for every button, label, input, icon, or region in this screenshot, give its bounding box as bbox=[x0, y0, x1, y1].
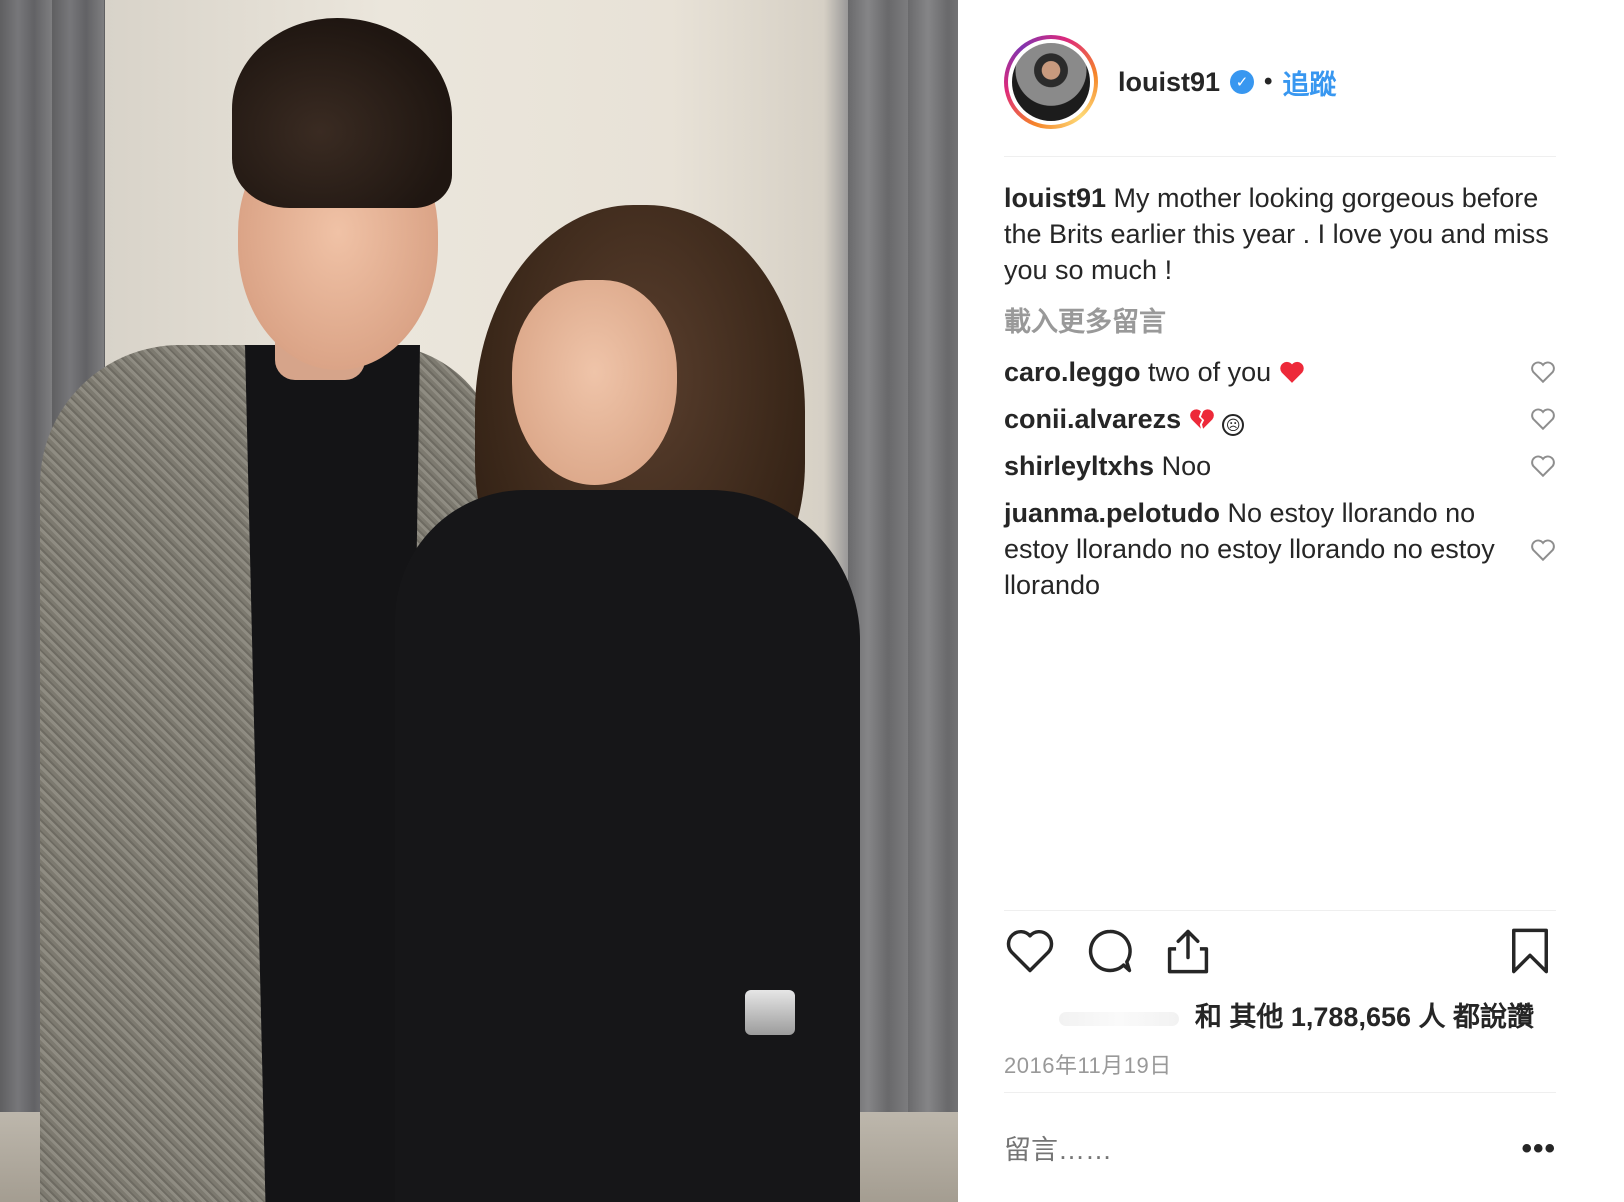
separator-dot: • bbox=[1264, 68, 1273, 95]
post-caption: louist91 My mother looking gorgeous befo… bbox=[1004, 180, 1564, 288]
comment-divider bbox=[1004, 1092, 1556, 1093]
comment-username[interactable]: juanma.pelotudo bbox=[1004, 498, 1220, 528]
comment-username[interactable]: shirleyltxhs bbox=[1004, 451, 1154, 481]
comment-text: two of you bbox=[1148, 357, 1272, 387]
actions-divider bbox=[1004, 910, 1556, 911]
avatar[interactable] bbox=[1004, 35, 1098, 129]
load-more-comments-button[interactable]: 載入更多留言 bbox=[1004, 300, 1166, 339]
like-small-icon[interactable] bbox=[1530, 538, 1556, 562]
post-side-panel: louist91 ✓ • 追蹤 louist91 My mother looki… bbox=[958, 0, 1624, 1202]
likes-text: 和 其他 1,788,656 人 都說讚 bbox=[1194, 1002, 1534, 1032]
liked-by-names-blurred bbox=[1058, 1011, 1179, 1026]
comment-item: caro.leggo two of you bbox=[1004, 354, 1564, 390]
frowning-face-emoji: ☹ bbox=[1222, 414, 1245, 436]
comment-text: Noo bbox=[1161, 451, 1212, 481]
heart-emoji bbox=[1279, 361, 1304, 383]
like-small-icon[interactable] bbox=[1530, 360, 1556, 384]
verified-badge-icon: ✓ bbox=[1230, 70, 1255, 94]
comment-input[interactable] bbox=[1004, 1130, 1484, 1170]
comment-item: shirleyltxhs Noo bbox=[1004, 448, 1564, 484]
curtain-right bbox=[848, 0, 958, 1202]
post-date[interactable]: 2016年11月19日 bbox=[1004, 1048, 1172, 1080]
comment-item: juanma.pelotudo No estoy llorando no est… bbox=[1004, 495, 1514, 603]
share-icon[interactable] bbox=[1162, 925, 1214, 977]
like-small-icon[interactable] bbox=[1530, 407, 1556, 431]
instagram-post: louist91 ✓ • 追蹤 louist91 My mother looki… bbox=[0, 0, 1624, 1202]
comment-username[interactable]: conii.alvarezs bbox=[1004, 404, 1181, 434]
header-username[interactable]: louist91 bbox=[1118, 67, 1220, 98]
header-divider bbox=[1004, 156, 1556, 157]
like-small-icon[interactable] bbox=[1530, 454, 1556, 478]
post-photo[interactable] bbox=[0, 0, 958, 1202]
comment-icon[interactable] bbox=[1084, 925, 1136, 977]
heart-icon[interactable] bbox=[1004, 925, 1056, 977]
broken-heart-emoji bbox=[1189, 409, 1214, 429]
bookmark-icon[interactable] bbox=[1504, 925, 1556, 977]
comment-username[interactable]: caro.leggo bbox=[1004, 357, 1141, 387]
follow-button[interactable]: 追蹤 bbox=[1282, 63, 1336, 102]
action-bar bbox=[1004, 925, 1556, 985]
post-header: louist91 ✓ • 追蹤 bbox=[1004, 34, 1336, 130]
caption-username[interactable]: louist91 bbox=[1004, 183, 1106, 213]
comment-item: conii.alvarezs ☹ bbox=[1004, 401, 1564, 437]
more-options-icon[interactable]: ••• bbox=[1521, 1132, 1556, 1166]
like-count[interactable]: 和 其他 1,788,656 人 都說讚 bbox=[1004, 995, 1556, 1034]
